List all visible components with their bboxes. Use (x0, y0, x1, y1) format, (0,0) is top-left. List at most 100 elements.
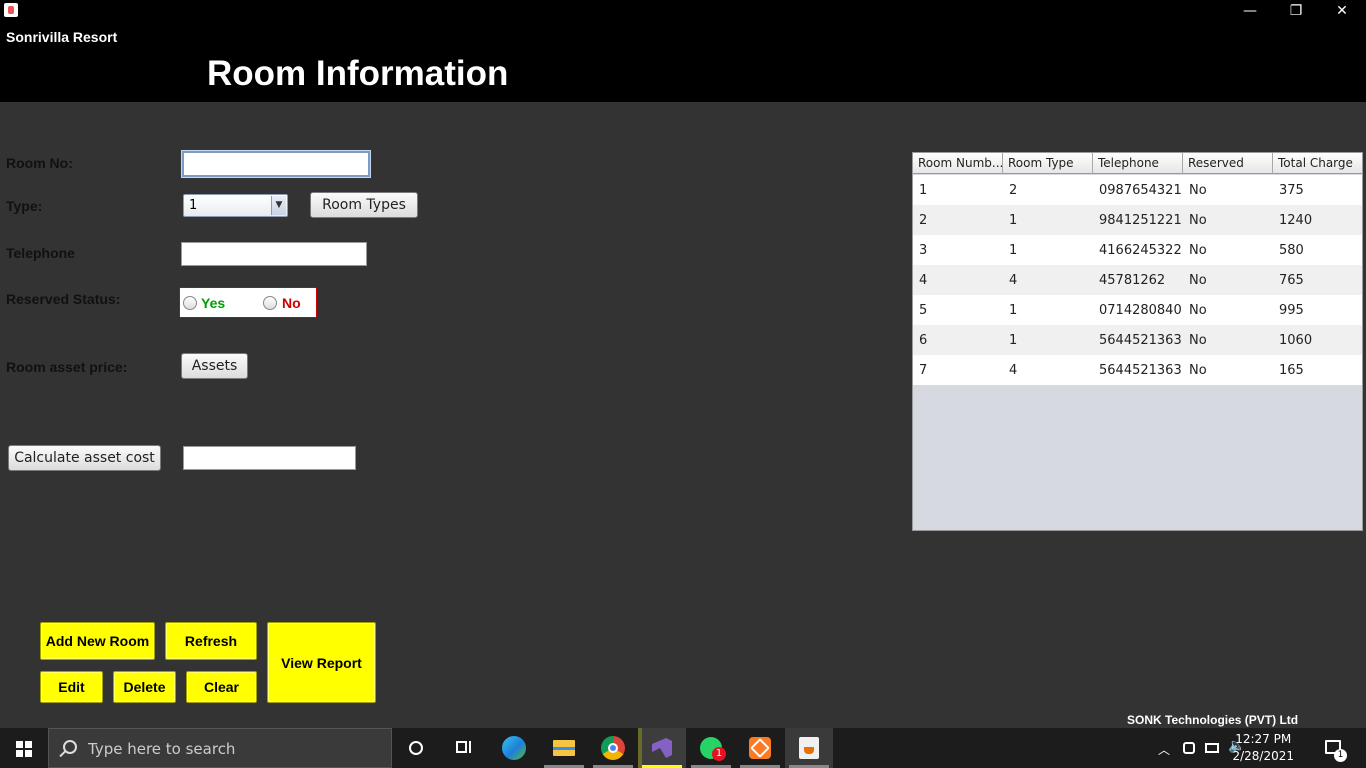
network-icon[interactable] (1205, 743, 1219, 753)
cell-room-number: 3 (919, 243, 928, 258)
cell-room-number: 2 (919, 213, 928, 228)
start-button[interactable] (0, 728, 48, 768)
table-row[interactable]: 2 1 9841251221 No 1240 (913, 205, 1362, 235)
cell-room-number: 6 (919, 333, 928, 348)
reserved-yes-radio[interactable] (183, 296, 197, 310)
reserved-yes-label[interactable]: Yes (201, 295, 225, 311)
reserved-no-radio[interactable] (263, 296, 277, 310)
assets-button[interactable]: Assets (181, 353, 248, 379)
cell-total-charge: 995 (1279, 303, 1304, 318)
telephone-input[interactable] (181, 242, 367, 266)
delete-button[interactable]: Delete (113, 671, 176, 703)
room-asset-price-label: Room asset price: (6, 359, 128, 375)
edit-button[interactable]: Edit (40, 671, 103, 703)
cell-room-type: 4 (1009, 273, 1018, 288)
table-row[interactable]: 3 1 4166245322 No 580 (913, 235, 1362, 265)
java-icon[interactable] (785, 728, 833, 768)
taskbar: Type here to search 1 ︿ 🔈 12:27 PM 2/28/… (0, 728, 1366, 768)
taskbar-search-box[interactable]: Type here to search (48, 728, 392, 768)
cell-room-number: 7 (919, 363, 928, 378)
whatsapp-icon[interactable]: 1 (687, 728, 735, 768)
room-type-selected-value: 1 (189, 198, 198, 213)
cell-telephone: 5644521363 (1099, 363, 1182, 378)
java-app-icon (4, 3, 18, 17)
file-explorer-icon[interactable] (540, 728, 588, 768)
room-no-label: Room No: (6, 155, 73, 171)
cell-room-type: 2 (1009, 183, 1018, 198)
cell-reserved: No (1189, 273, 1207, 288)
cell-total-charge: 1060 (1279, 333, 1313, 348)
cell-reserved: No (1189, 363, 1207, 378)
cell-telephone: 0714280840 (1099, 303, 1182, 318)
cell-reserved: No (1189, 333, 1207, 348)
cell-room-type: 1 (1009, 333, 1018, 348)
column-header-reserved[interactable]: Reserved (1183, 153, 1273, 174)
table-row[interactable]: 6 1 5644521363 No 1060 (913, 325, 1362, 355)
cell-total-charge: 765 (1279, 273, 1304, 288)
column-header-room-number[interactable]: Room Numb... (913, 153, 1003, 174)
cell-telephone: 9841251221 (1099, 213, 1182, 228)
telephone-label: Telephone (6, 245, 75, 261)
cell-reserved: No (1189, 183, 1207, 198)
column-header-total-charge[interactable]: Total Charge (1273, 153, 1362, 174)
cell-telephone: 4166245322 (1099, 243, 1182, 258)
cell-room-type: 4 (1009, 363, 1018, 378)
table-row[interactable]: 5 1 0714280840 No 995 (913, 295, 1362, 325)
add-new-room-button[interactable]: Add New Room (40, 622, 155, 660)
cell-room-type: 1 (1009, 213, 1018, 228)
rooms-table[interactable]: Room Numb... Room Type Telephone Reserve… (912, 152, 1363, 531)
whatsapp-badge: 1 (712, 747, 726, 761)
asset-cost-output[interactable] (183, 446, 356, 470)
cell-telephone: 5644521363 (1099, 333, 1182, 348)
cell-telephone: 0987654321 (1099, 183, 1182, 198)
cell-room-number: 1 (919, 183, 928, 198)
cell-total-charge: 580 (1279, 243, 1304, 258)
cell-room-number: 5 (919, 303, 928, 318)
meet-now-icon[interactable] (1183, 742, 1195, 754)
type-label: Type: (6, 198, 43, 214)
cortana-icon[interactable] (392, 728, 440, 768)
column-header-room-type[interactable]: Room Type (1003, 153, 1093, 174)
cell-total-charge: 1240 (1279, 213, 1313, 228)
cell-room-type: 1 (1009, 303, 1018, 318)
search-placeholder: Type here to search (88, 740, 236, 758)
reserved-no-label[interactable]: No (282, 295, 301, 311)
cell-total-charge: 165 (1279, 363, 1304, 378)
company-brand: SONK Technologies (PVT) Ltd (1127, 713, 1299, 727)
clear-button[interactable]: Clear (186, 671, 257, 703)
table-row[interactable]: 4 4 45781262 No 765 (913, 265, 1362, 295)
reserved-status-label: Reserved Status: (6, 291, 121, 307)
room-no-input[interactable] (181, 150, 371, 178)
cell-reserved: No (1189, 243, 1207, 258)
minimize-icon[interactable]: — (1227, 0, 1273, 22)
close-icon[interactable]: ✕ (1319, 0, 1365, 22)
task-view-icon[interactable] (440, 728, 488, 768)
view-report-button[interactable]: View Report (267, 622, 376, 703)
xampp-icon[interactable] (736, 728, 784, 768)
room-types-button[interactable]: Room Types (310, 192, 418, 218)
clock-time: 12:27 PM (1235, 732, 1292, 746)
chevron-down-icon[interactable]: ▼ (271, 196, 286, 215)
reserved-status-group: Yes No (179, 287, 317, 318)
clock[interactable]: 12:27 PM 2/28/2021 (1232, 731, 1294, 765)
room-type-select[interactable]: 1 ▼ (183, 194, 288, 217)
visual-studio-icon[interactable] (638, 728, 686, 768)
page-title: Room Information (207, 54, 509, 93)
table-row[interactable]: 7 4 5644521363 No 165 (913, 355, 1362, 385)
calculate-asset-cost-button[interactable]: Calculate asset cost (8, 445, 161, 471)
table-row[interactable]: 1 2 0987654321 No 375 (913, 175, 1362, 205)
windows-logo-icon (16, 741, 32, 757)
clock-date: 2/28/2021 (1232, 749, 1294, 763)
edge-icon[interactable] (490, 728, 538, 768)
column-header-telephone[interactable]: Telephone (1093, 153, 1183, 174)
cell-telephone: 45781262 (1099, 273, 1166, 288)
search-icon (63, 740, 77, 754)
cell-reserved: No (1189, 213, 1207, 228)
restore-icon[interactable]: ❐ (1273, 0, 1319, 22)
cell-reserved: No (1189, 303, 1207, 318)
window-title: Sonrivilla Resort (6, 29, 118, 45)
chrome-icon[interactable] (589, 728, 637, 768)
refresh-button[interactable]: Refresh (165, 622, 257, 660)
show-hidden-icons-chevron-icon[interactable]: ︿ (1158, 741, 1170, 758)
cell-total-charge: 375 (1279, 183, 1304, 198)
